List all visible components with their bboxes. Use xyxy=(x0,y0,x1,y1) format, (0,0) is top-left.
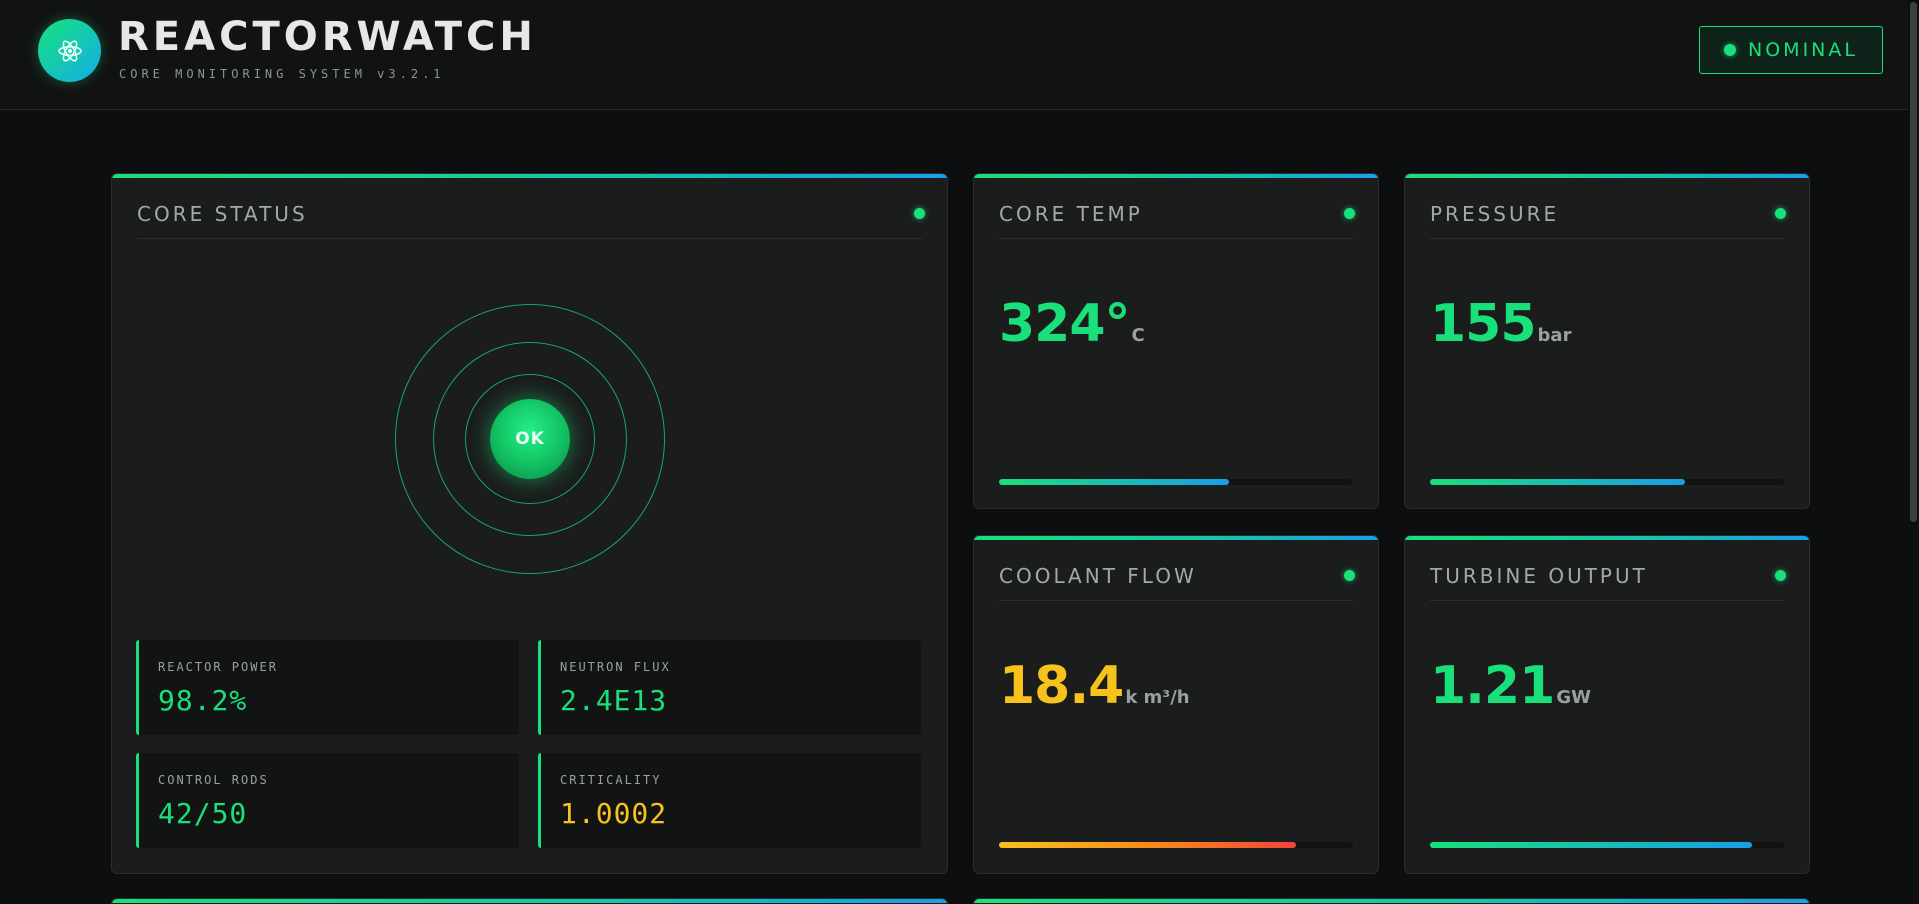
coolant-flow-panel: COOLANT FLOW 18.4 k m³/h xyxy=(973,535,1379,874)
metric-unit: C xyxy=(1131,325,1145,346)
progress-track xyxy=(999,842,1353,848)
progress-track xyxy=(1430,479,1784,485)
status-indicator-icon xyxy=(1775,570,1786,581)
status-dot-icon xyxy=(1724,44,1737,56)
scrollbar-thumb[interactable] xyxy=(1910,2,1917,522)
atom-icon-svg xyxy=(57,39,82,62)
panel-title: COOLANT FLOW xyxy=(999,564,1197,588)
stat-value: 1.0002 xyxy=(560,797,668,830)
panel-title: CORE TEMP xyxy=(999,202,1143,226)
stat-value: 2.4E13 xyxy=(560,684,668,717)
metric-readout: 18.4 k m³/h xyxy=(999,656,1190,716)
progress-track xyxy=(1430,842,1784,848)
metric-unit: GW xyxy=(1556,687,1591,708)
status-indicator-icon xyxy=(1775,208,1786,219)
stat-reactor-power: REACTOR POWER 98.2% xyxy=(136,640,519,735)
app-header: REACTORWATCH CORE MONITORING SYSTEM v3.2… xyxy=(0,0,1919,110)
metric-value: 155 xyxy=(1430,294,1537,354)
turbine-output-panel: TURBINE OUTPUT 1.21 GW xyxy=(1404,535,1810,874)
stat-neutron-flux: NEUTRON FLUX 2.4E13 xyxy=(538,640,921,735)
status-label: NOMINAL xyxy=(1748,39,1858,61)
metric-value: 1.21 xyxy=(1430,656,1555,716)
metric-value: 324° xyxy=(999,294,1131,354)
panel-divider xyxy=(1430,238,1784,239)
progress-fill xyxy=(1430,479,1685,485)
progress-fill xyxy=(1430,842,1753,848)
panel-divider xyxy=(999,238,1353,239)
progress-track xyxy=(999,479,1353,485)
status-indicator-icon xyxy=(914,208,925,219)
panel-divider xyxy=(1430,600,1784,601)
panel-title: TURBINE OUTPUT xyxy=(1430,564,1648,588)
progress-fill xyxy=(999,842,1297,848)
panel-title: PRESSURE xyxy=(1430,202,1560,226)
core-indicator[interactable]: OK xyxy=(490,399,570,479)
stat-value: 42/50 xyxy=(158,797,248,830)
metric-readout: 155 bar xyxy=(1430,294,1571,354)
metric-unit: bar xyxy=(1537,325,1572,346)
panel-divider xyxy=(999,600,1353,601)
reactor-core-visual: OK xyxy=(395,304,665,574)
metric-readout: 324° C xyxy=(999,294,1145,354)
core-temp-panel: CORE TEMP 324° C xyxy=(973,173,1379,509)
panel-title: CORE STATUS xyxy=(137,202,308,226)
stat-value: 98.2% xyxy=(158,684,248,717)
status-indicator-icon xyxy=(1344,208,1355,219)
system-status-badge[interactable]: NOMINAL xyxy=(1699,26,1883,74)
panel-divider xyxy=(137,238,922,239)
stat-criticality: CRITICALITY 1.0002 xyxy=(538,753,921,848)
stat-label: REACTOR POWER xyxy=(158,660,278,674)
app-subtitle: CORE MONITORING SYSTEM v3.2.1 xyxy=(119,67,445,81)
metric-value: 18.4 xyxy=(999,656,1124,716)
lower-panel-left xyxy=(111,898,948,904)
metric-unit: k m³/h xyxy=(1125,687,1190,708)
pressure-panel: PRESSURE 155 bar xyxy=(1404,173,1810,509)
stat-label: NEUTRON FLUX xyxy=(560,660,671,674)
atom-icon[interactable] xyxy=(38,19,101,82)
lower-panel-right xyxy=(973,898,1810,904)
core-status-panel: CORE STATUS OK REACTOR POWER 98.2% NEUTR… xyxy=(111,173,948,874)
stat-control-rods: CONTROL RODS 42/50 xyxy=(136,753,519,848)
app-title: REACTORWATCH xyxy=(118,14,537,60)
status-indicator-icon xyxy=(1344,570,1355,581)
metric-readout: 1.21 GW xyxy=(1430,656,1591,716)
stat-label: CRITICALITY xyxy=(560,773,662,787)
scrollbar-track[interactable] xyxy=(1908,0,1919,904)
stat-label: CONTROL RODS xyxy=(158,773,269,787)
progress-fill xyxy=(999,479,1230,485)
